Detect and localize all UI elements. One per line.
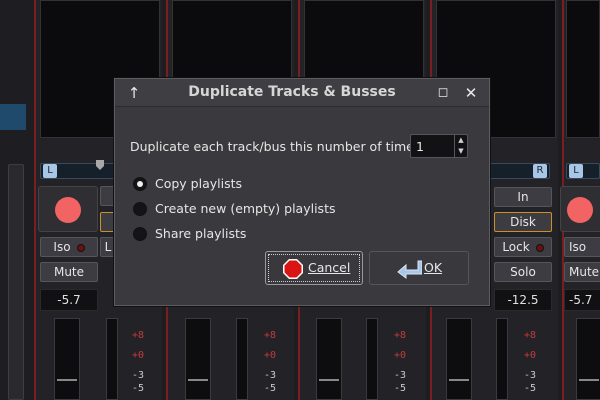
level-meter [366, 318, 378, 400]
panner[interactable]: R [480, 163, 550, 179]
radio-label: Copy playlists [155, 176, 243, 191]
record-button[interactable] [38, 186, 98, 232]
cancel-label: Cancel [308, 260, 351, 275]
spin-down-icon[interactable]: ▼ [455, 146, 467, 157]
track-selection-band [0, 104, 26, 130]
disk-button[interactable]: Disk [494, 212, 552, 232]
ok-label: OK [424, 260, 443, 275]
pan-right-label: R [533, 164, 547, 178]
solo-label: Solo [510, 265, 536, 279]
record-button[interactable] [560, 186, 600, 232]
meter-scale-label: -3 [394, 370, 407, 381]
cancel-button[interactable]: Cancel [265, 251, 363, 285]
gain-display[interactable]: -5.7 [40, 289, 98, 311]
gain-fader[interactable] [185, 318, 211, 400]
record-icon [55, 197, 81, 223]
meter-scale-label: +0 [132, 350, 145, 361]
gain-fader[interactable] [576, 318, 600, 400]
panner[interactable]: L [566, 163, 600, 179]
gain-display[interactable]: -5.7 [564, 289, 600, 311]
partial-lock-label: L [104, 240, 112, 254]
meter-scale-label: +8 [132, 330, 145, 341]
meter-scale-label: -3 [524, 370, 537, 381]
iso-led-icon [76, 243, 85, 252]
meter-scale-label: +0 [524, 350, 537, 361]
strip-divider [34, 0, 36, 400]
meter-scale-label: -3 [132, 370, 145, 381]
dialog-titlebar[interactable]: ↑ Duplicate Tracks & Busses ◻ ✕ [115, 79, 489, 107]
radio-label: Share playlists [155, 226, 247, 241]
mute-button[interactable]: Mute [564, 262, 600, 282]
level-meter [236, 318, 248, 400]
disk-label: Disk [510, 215, 536, 229]
meter-scale-label: -5 [264, 383, 277, 394]
gain-display[interactable]: -12.5 [494, 289, 552, 311]
dialog-title: Duplicate Tracks & Busses [188, 84, 396, 100]
meter-scale-label: +0 [394, 350, 407, 361]
meter-scale-label: +8 [264, 330, 277, 341]
lock-button[interactable]: Lock [494, 237, 552, 257]
iso-button[interactable]: Iso [564, 237, 600, 257]
radio-indicator[interactable] [133, 177, 147, 191]
iso-button[interactable]: Iso [40, 237, 98, 257]
level-meter [106, 318, 118, 400]
mute-button[interactable]: Mute [40, 262, 98, 282]
up-arrow-icon[interactable]: ↑ [124, 83, 144, 103]
pan-left-label: L [569, 164, 583, 178]
mute-label: Mute [53, 265, 85, 279]
meter-scale-label: +0 [264, 350, 277, 361]
pan-position-marker[interactable] [96, 160, 104, 170]
record-icon [567, 197, 593, 223]
ok-button[interactable]: OK [369, 251, 469, 285]
meter-scale-label: -5 [132, 383, 145, 394]
meter-scale-label: +8 [524, 330, 537, 341]
return-arrow-icon [397, 260, 422, 279]
close-icon[interactable]: ✕ [461, 83, 481, 103]
strip-display [566, 0, 600, 138]
spin-up-icon[interactable]: ▲ [455, 135, 467, 146]
radio-indicator[interactable] [133, 227, 147, 241]
radio-indicator[interactable] [133, 202, 147, 216]
stop-sign-icon [283, 259, 303, 279]
lock-label: Lock [502, 240, 530, 254]
gain-fader[interactable] [316, 318, 342, 400]
iso-label: Iso [53, 240, 71, 254]
gain-fader[interactable] [54, 318, 80, 400]
duplicate-count-spinbox[interactable]: ▲ ▼ [410, 134, 468, 158]
mute-label: Mute [569, 265, 600, 279]
mixer-window: L Iso L Mute -5.7 R In Disk Lock Solo -1… [0, 0, 600, 400]
gain-fader[interactable] [446, 318, 472, 400]
maximize-icon[interactable]: ◻ [433, 83, 453, 103]
meter-scale-label: -5 [524, 383, 537, 394]
level-meter [496, 318, 508, 400]
lock-led-icon [535, 243, 544, 252]
solo-button[interactable]: Solo [494, 262, 552, 282]
pan-left-label: L [43, 164, 57, 178]
panner[interactable]: L [40, 160, 116, 179]
meter-scale-label: -5 [394, 383, 407, 394]
in-label: In [517, 190, 529, 204]
meter-scale-label: -3 [264, 370, 277, 381]
radio-label: Create new (empty) playlists [155, 201, 336, 216]
duplicate-tracks-dialog: ↑ Duplicate Tracks & Busses ◻ ✕ Duplicat… [114, 78, 490, 306]
meter-scale-label: +8 [394, 330, 407, 341]
input-button[interactable]: In [494, 187, 552, 207]
vertical-scrollbar[interactable] [8, 164, 24, 400]
duplicate-count-label: Duplicate each track/bus this number of … [130, 139, 425, 154]
spin-buttons: ▲ ▼ [454, 135, 467, 157]
iso-label: Iso [569, 240, 587, 254]
duplicate-count-input[interactable] [416, 138, 452, 154]
